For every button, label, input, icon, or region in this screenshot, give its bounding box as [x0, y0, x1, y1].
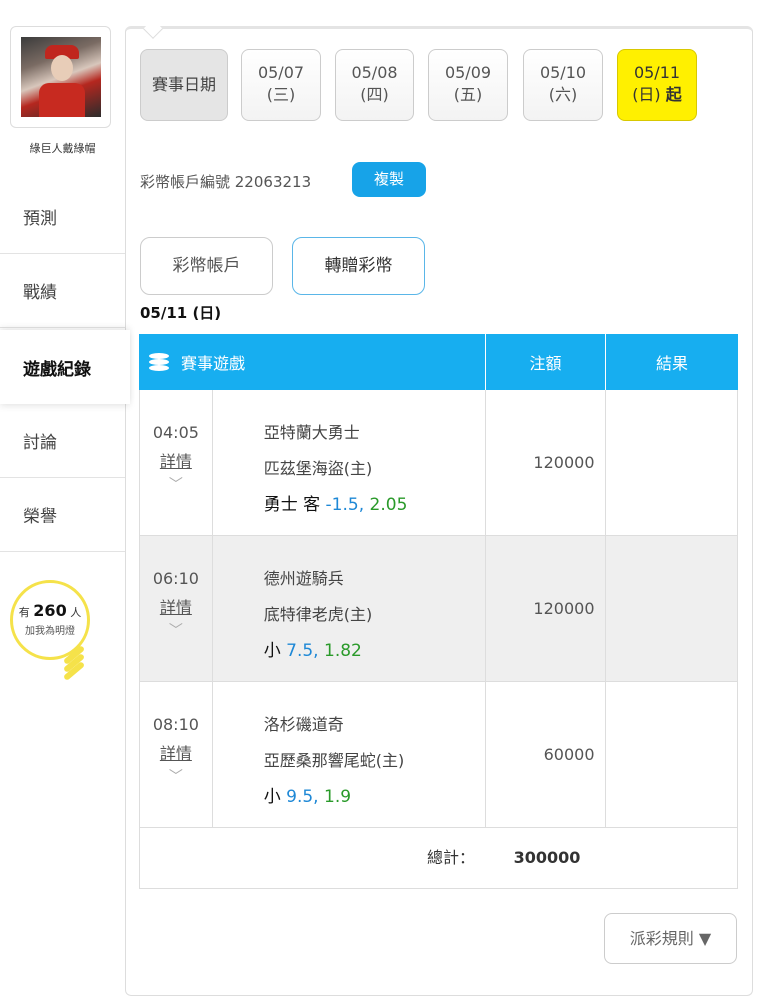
sidebar-item-game-log[interactable]: 遊戲紀錄 — [0, 330, 130, 404]
fan-suffix: 人 — [70, 606, 82, 619]
sidebar: 綠巨人戴綠帽 預測 戰績 遊戲紀錄 討論 榮譽 有 260 人 加我為明燈 — [0, 0, 130, 1000]
bet-result — [606, 390, 738, 535]
bet-amount: 120000 — [486, 390, 606, 535]
weekday-text: (六) — [548, 85, 578, 104]
table-row: 08:10 詳情 ﹀ 洛杉磯道奇 亞歷桑那響尾蛇(主) 小 9.5, 1.9 6… — [139, 682, 738, 828]
game-time: 04:05 — [152, 423, 199, 442]
bet-result — [606, 682, 738, 827]
date-text: 05/10 — [539, 63, 587, 82]
bet-pick: 勇士 客 — [263, 495, 321, 515]
date-text: 05/09 — [444, 63, 492, 82]
table-total-row: 總計： 300000 — [139, 828, 738, 889]
avatar-frame[interactable] — [10, 26, 111, 128]
detail-link[interactable]: 詳情 — [140, 740, 212, 764]
away-team: 亞特蘭大勇士 — [263, 423, 360, 442]
detail-link[interactable]: 詳情 — [140, 448, 212, 472]
date-button-0510[interactable]: 05/10 (六) — [523, 49, 603, 121]
sidebar-item-predict[interactable]: 預測 — [0, 180, 125, 254]
account-number: 彩幣帳戶編號 22063213 — [140, 173, 312, 191]
weekday-text: (四) — [360, 85, 389, 104]
bet-line: -1.5, — [325, 495, 365, 515]
user-nickname: 綠巨人戴綠帽 — [29, 142, 96, 155]
chevron-down-icon[interactable]: ﹀ — [140, 766, 212, 786]
table-header: 賽事遊戲 注額 結果 — [139, 334, 738, 390]
fan-count: 260 — [33, 601, 67, 620]
date-filter-label: 賽事日期 — [140, 49, 228, 121]
date-button-0511[interactable]: 05/11 (日) 起 — [617, 49, 697, 121]
lightbulb-icon — [62, 644, 88, 682]
header-game: 賽事遊戲 — [181, 354, 246, 373]
tab-coin-account[interactable]: 彩幣帳戶 — [140, 237, 273, 295]
fan-prefix: 有 — [18, 606, 30, 619]
header-amount: 注額 — [486, 334, 606, 390]
header-result: 結果 — [655, 354, 688, 373]
total-value: 300000 — [513, 848, 581, 867]
tab-transfer-coins[interactable]: 轉贈彩幣 — [292, 237, 425, 295]
date-button-0507[interactable]: 05/07 (三) — [241, 49, 321, 121]
sidebar-item-record[interactable]: 戰績 — [0, 254, 125, 328]
weekday-text: (五) — [453, 85, 483, 104]
bet-odds: 2.05 — [369, 495, 408, 515]
away-team: 德州遊騎兵 — [263, 569, 344, 588]
total-label: 總計： — [426, 848, 475, 867]
payout-rules-button[interactable]: 派彩規則 ▼ — [604, 913, 737, 964]
date-text: 05/11 — [633, 63, 681, 82]
sidebar-item-discuss[interactable]: 討論 — [0, 404, 125, 478]
copy-button[interactable]: 複製 — [352, 162, 426, 197]
date-button-0509[interactable]: 05/09 (五) — [428, 49, 508, 121]
avatar — [20, 37, 101, 117]
bet-amount: 120000 — [486, 536, 606, 681]
detail-link[interactable]: 詳情 — [140, 594, 212, 618]
date-heading: 05/11 (日) — [140, 304, 222, 322]
bet-odds: 1.82 — [324, 641, 362, 661]
weekday-text: (日) — [632, 85, 661, 104]
weekday-text: (三) — [266, 85, 296, 104]
date-suffix: 起 — [665, 85, 682, 104]
game-time: 08:10 — [152, 715, 199, 734]
table-row: 04:05 詳情 ﹀ 亞特蘭大勇士 匹茲堡海盜(主) 勇士 客 -1.5, 2.… — [139, 390, 738, 536]
away-team: 洛杉磯道奇 — [263, 715, 344, 734]
fan-caption: 加我為明燈 — [25, 626, 75, 637]
database-icon — [149, 353, 169, 371]
home-team: 底特律老虎(主) — [263, 605, 373, 624]
home-team: 亞歷桑那響尾蛇(主) — [263, 751, 405, 770]
chevron-down-icon[interactable]: ﹀ — [140, 620, 212, 640]
chevron-down-icon[interactable]: ﹀ — [140, 474, 212, 494]
bet-pick: 小 — [263, 787, 281, 807]
table-row: 06:10 詳情 ﹀ 德州遊騎兵 底特律老虎(主) 小 7.5, 1.82 12… — [139, 536, 738, 682]
game-time: 06:10 — [152, 569, 199, 588]
bet-amount: 60000 — [486, 682, 606, 827]
bet-line: 7.5, — [286, 641, 319, 661]
bet-line: 9.5, — [286, 787, 319, 807]
date-button-0508[interactable]: 05/08 (四) — [335, 49, 414, 121]
home-team: 匹茲堡海盜(主) — [263, 459, 373, 478]
bet-pick: 小 — [263, 641, 281, 661]
date-text: 05/07 — [257, 63, 305, 82]
bet-odds: 1.9 — [324, 787, 352, 807]
date-text: 05/08 — [351, 63, 398, 82]
game-log-table: 賽事遊戲 注額 結果 04:05 詳情 ﹀ 亞特蘭大勇士 匹茲堡海盜(主) 勇士… — [139, 334, 738, 889]
sidebar-item-honor[interactable]: 榮譽 — [0, 478, 125, 552]
bet-result — [606, 536, 738, 681]
